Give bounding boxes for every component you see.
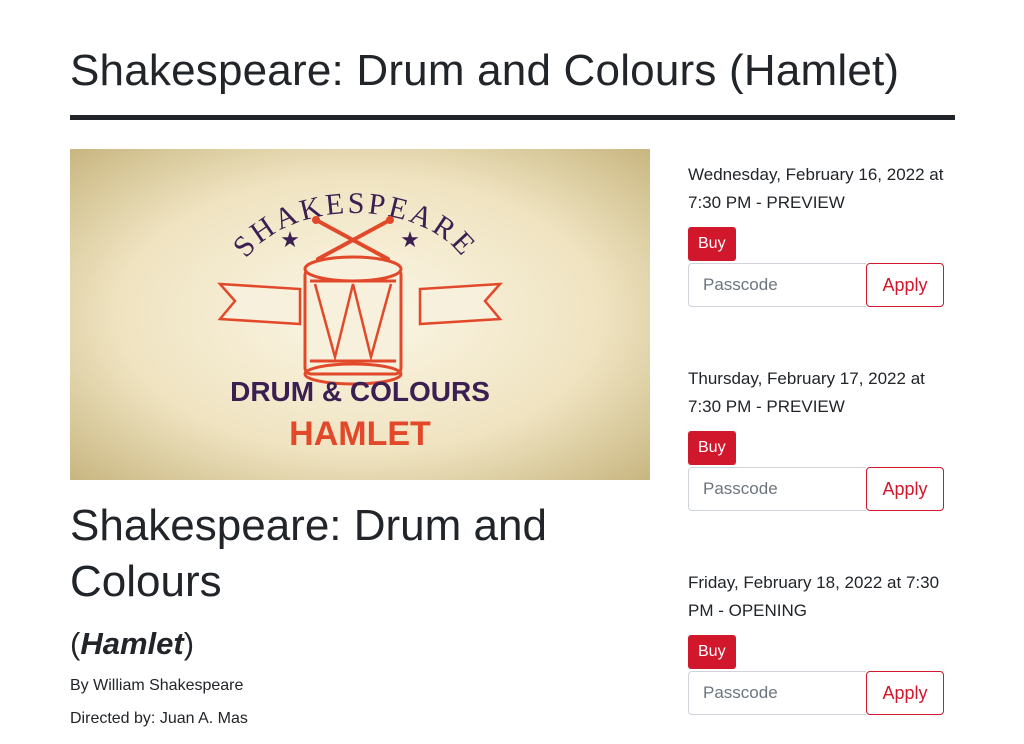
drum-icon	[303, 255, 403, 386]
show-poster: SHAKESPEARE ★ ★ DRUM & COLOURS HAMLET	[70, 149, 650, 480]
title-divider	[70, 115, 955, 120]
star-icon: ★	[400, 227, 420, 252]
performance-item: Wednesday, February 16, 2022 at 7:30 PM …	[688, 161, 948, 307]
subtitle-play-name: Hamlet	[80, 626, 184, 661]
performance-date: Friday, February 18, 2022 at 7:30 PM - O…	[688, 573, 940, 620]
performance-item: Friday, February 18, 2022 at 7:30 PM - O…	[688, 569, 948, 715]
performance-date: Thursday, February 17, 2022 at 7:30 PM -…	[688, 369, 925, 416]
passcode-row: Apply	[688, 467, 944, 511]
buy-button[interactable]: Buy	[688, 431, 736, 465]
passcode-row: Apply	[688, 263, 944, 307]
buy-button[interactable]: Buy	[688, 635, 736, 669]
performance-item: Thursday, February 17, 2022 at 7:30 PM -…	[688, 365, 948, 511]
apply-button[interactable]: Apply	[866, 671, 944, 715]
apply-button[interactable]: Apply	[866, 467, 944, 511]
director-credit: Directed by: Juan A. Mas	[70, 710, 248, 727]
subtitle-paren-open: (	[70, 626, 81, 661]
show-subtitle: (Hamlet)	[70, 626, 194, 662]
performance-date: Wednesday, February 16, 2022 at 7:30 PM …	[688, 165, 944, 212]
passcode-row: Apply	[688, 671, 944, 715]
star-icon: ★	[280, 227, 300, 252]
apply-button[interactable]: Apply	[866, 263, 944, 307]
poster-line-2: HAMLET	[289, 415, 431, 453]
passcode-input[interactable]	[688, 467, 866, 511]
show-title: Shakespeare: Drum and Colours	[70, 501, 547, 606]
author-credit: By William Shakespeare	[70, 677, 244, 694]
poster-graphic: SHAKESPEARE ★ ★ DRUM & COLOURS HAMLET	[70, 149, 650, 480]
page-title: Shakespeare: Drum and Colours (Hamlet)	[70, 46, 900, 95]
buy-button[interactable]: Buy	[688, 227, 736, 261]
subtitle-paren-close: )	[183, 626, 195, 661]
passcode-input[interactable]	[688, 263, 866, 307]
poster-line-1: DRUM & COLOURS	[230, 376, 490, 407]
passcode-input[interactable]	[688, 671, 866, 715]
